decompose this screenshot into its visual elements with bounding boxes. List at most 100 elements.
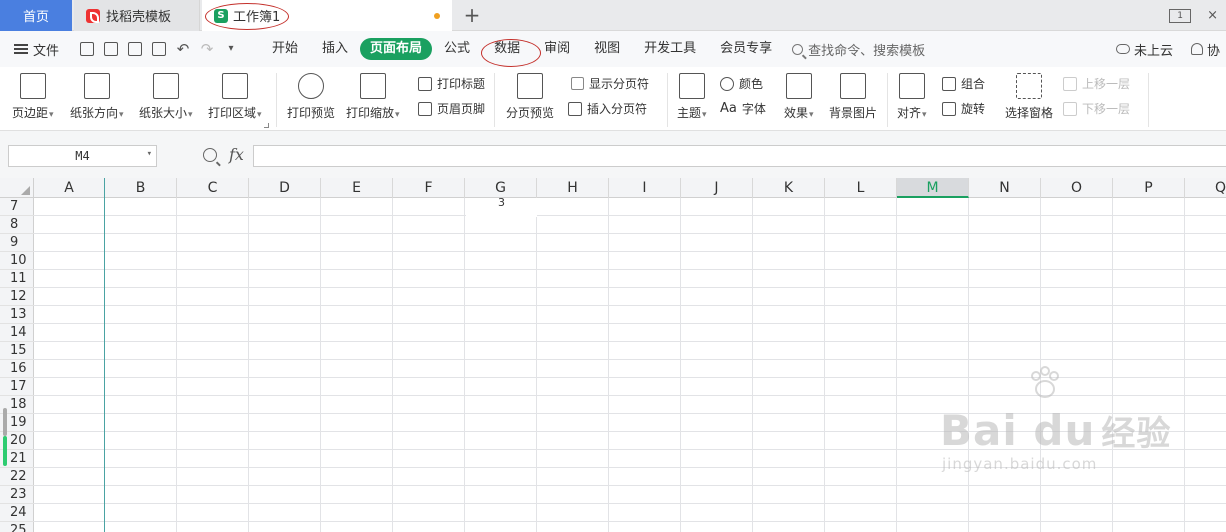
column-header-c[interactable]: C (177, 178, 249, 198)
redo-icon[interactable]: ↷ (200, 42, 214, 57)
page-break-preview-button[interactable]: 分页预览 (506, 73, 554, 121)
print-preview-icon[interactable] (152, 42, 166, 56)
file-menu[interactable]: 文件 (0, 40, 74, 59)
paper-size-button[interactable]: 纸张大小 (139, 73, 193, 121)
close-icon[interactable]: × (1207, 8, 1218, 23)
row-header-12[interactable]: 12 (0, 288, 34, 306)
row-header-17[interactable]: 17 (0, 378, 34, 396)
tab-developer[interactable]: 开发工具 (632, 38, 708, 60)
row-header-24[interactable]: 24 (0, 504, 34, 522)
print-area-button[interactable]: 打印区域 (208, 73, 262, 121)
tab-member[interactable]: 会员专享 (708, 38, 784, 60)
rotate-label: 旋转 (961, 102, 986, 116)
print-scale-button[interactable]: 打印缩放 (346, 73, 400, 121)
theme-button[interactable]: 主题 (677, 73, 707, 121)
row-header-10[interactable]: 10 (0, 252, 34, 270)
tab-docer-templates[interactable]: 找稻壳模板 (74, 0, 200, 31)
tab-home-label: 首页 (22, 10, 49, 25)
column-header-h[interactable]: H (537, 178, 609, 198)
zoom-icon[interactable] (203, 148, 217, 162)
tab-start[interactable]: 开始 (260, 38, 310, 60)
chevron-down-icon[interactable]: ▾ (147, 149, 152, 159)
column-header-q[interactable]: Q (1185, 178, 1226, 198)
grid-row-line (34, 305, 1226, 306)
collaborate-button[interactable]: 协 (1190, 40, 1220, 59)
row-header-11[interactable]: 11 (0, 270, 34, 288)
background-image-icon (840, 73, 866, 99)
row-header-14[interactable]: 14 (0, 324, 34, 342)
select-all-corner[interactable] (0, 178, 34, 198)
column-header-f[interactable]: F (393, 178, 465, 198)
margins-button[interactable]: 页边距 (12, 73, 54, 121)
column-header-i[interactable]: I (609, 178, 681, 198)
column-header-g[interactable]: G (465, 178, 537, 198)
insert-page-break-button[interactable]: 插入分页符 (568, 100, 647, 117)
tab-data[interactable]: 数据 (482, 38, 532, 60)
print-preview-button[interactable]: 打印预览 (287, 73, 335, 121)
margins-label: 页边距 (12, 104, 54, 121)
column-header-o[interactable]: O (1041, 178, 1113, 198)
row-header-16[interactable]: 16 (0, 360, 34, 378)
row-header-7[interactable]: 7 (0, 198, 34, 216)
fx-icon[interactable]: fx (229, 145, 244, 164)
header-footer-icon (418, 101, 432, 116)
column-header-m[interactable]: M (897, 178, 969, 198)
grid-row-line (34, 431, 1226, 432)
tab-formulas[interactable]: 公式 (432, 38, 482, 60)
column-header-j[interactable]: J (681, 178, 753, 198)
tab-review[interactable]: 审阅 (532, 38, 582, 60)
send-backward-button[interactable]: 下移一层 (1063, 100, 1130, 117)
colors-button[interactable]: 颜色 (720, 75, 763, 92)
command-search[interactable]: 查找命令、搜索模板 (792, 40, 925, 59)
row-header-25[interactable]: 25 (0, 522, 34, 532)
spreadsheet-grid[interactable]: ABCDEFGHIJKLMNOPQ 7 8 9 10 11 12 13 14 15 16 17 18 1… (0, 178, 1226, 532)
bring-forward-button[interactable]: 上移一层 (1063, 75, 1130, 92)
background-image-button[interactable]: 背景图片 (829, 73, 877, 121)
print-icon[interactable] (128, 42, 142, 56)
name-box[interactable]: M4 ▾ (8, 145, 157, 167)
row-header-9[interactable]: 9 (0, 234, 34, 252)
tab-home[interactable]: 首页 (0, 0, 72, 31)
fonts-button[interactable]: Aa 字体 (720, 100, 766, 117)
cloud-status[interactable]: 未上云 (1115, 40, 1173, 59)
page-setup-launcher-icon[interactable] (264, 123, 269, 128)
column-header-e[interactable]: E (321, 178, 393, 198)
customize-dropdown-icon[interactable]: ▾ (224, 42, 238, 56)
formula-input[interactable] (253, 145, 1226, 167)
header-footer-button[interactable]: 页眉页脚 (418, 100, 485, 117)
column-header-b[interactable]: B (105, 178, 177, 198)
column-header-n[interactable]: N (969, 178, 1041, 198)
print-scale-label: 打印缩放 (346, 104, 400, 121)
tab-view[interactable]: 视图 (582, 38, 632, 60)
column-header-d[interactable]: D (249, 178, 321, 198)
grid-row-line (34, 233, 1226, 234)
row-header-13[interactable]: 13 (0, 306, 34, 324)
align-button[interactable]: 对齐 (897, 73, 927, 121)
selection-pane-icon (1016, 73, 1042, 99)
tab-page-layout[interactable]: 页面布局 (360, 38, 433, 60)
cell-g7[interactable]: 3 (466, 197, 537, 217)
row-header-22[interactable]: 22 (0, 468, 34, 486)
column-header-k[interactable]: K (753, 178, 825, 198)
effects-button[interactable]: 效果 (784, 73, 814, 121)
column-header-p[interactable]: P (1113, 178, 1185, 198)
column-header-a[interactable]: A (34, 178, 105, 198)
show-page-breaks-checkbox[interactable]: 显示分页符 (571, 75, 649, 92)
row-header-23[interactable]: 23 (0, 486, 34, 504)
window-mode-icon[interactable]: 1 (1169, 8, 1192, 23)
orientation-button[interactable]: 纸张方向 (70, 73, 124, 121)
save-icon[interactable] (80, 42, 94, 56)
tab-workbook[interactable]: S 工作簿1 (202, 0, 452, 31)
undo-icon[interactable]: ↶ (176, 42, 190, 57)
export-pdf-icon[interactable] (104, 42, 118, 56)
tab-insert[interactable]: 插入 (310, 38, 360, 60)
column-header-l[interactable]: L (825, 178, 897, 198)
scroll-marker (3, 408, 7, 436)
rotate-button[interactable]: 旋转 (942, 100, 985, 117)
selection-pane-button[interactable]: 选择窗格 (1005, 73, 1053, 121)
row-header-15[interactable]: 15 (0, 342, 34, 360)
new-tab-button[interactable]: + (460, 3, 484, 27)
print-titles-button[interactable]: 打印标题 (418, 75, 485, 92)
row-header-8[interactable]: 8 (0, 216, 34, 234)
group-button[interactable]: 组合 (942, 75, 985, 92)
